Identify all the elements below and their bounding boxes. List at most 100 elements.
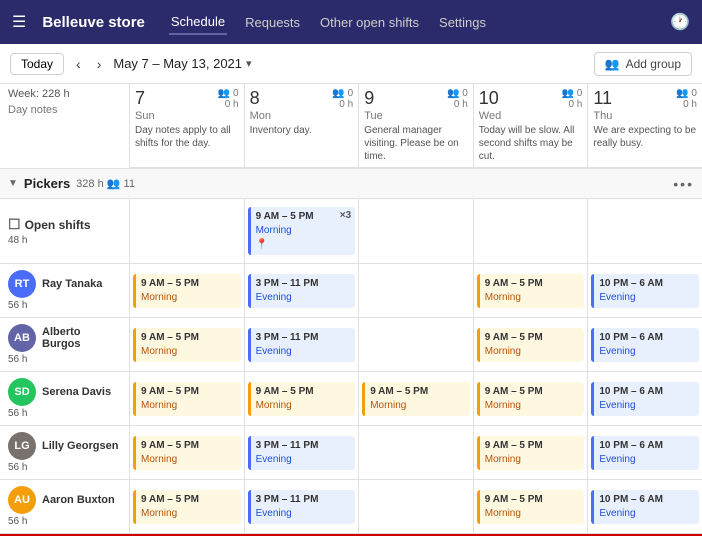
shift-block[interactable]: 9 AM – 5 PMMorning [133, 490, 241, 524]
shift-cell-0-1: 3 PM – 11 PMEvening [245, 264, 360, 317]
shift-cell-0-3: 9 AM – 5 PMMorning [474, 264, 589, 317]
day-note-2: General manager visiting. Please be on t… [364, 124, 468, 163]
schedule-rows: ☐ Open shifts 48 h 9 AM – 5 PM ×3Morning… [0, 199, 702, 536]
employee-shifts-0: 9 AM – 5 PMMorning3 PM – 11 PMEvening9 A… [130, 264, 702, 317]
shift-block[interactable]: 10 PM – 6 AMEvening [591, 328, 699, 362]
shift-block[interactable]: 9 AM – 5 PM ×3Morning📍 [248, 207, 356, 255]
shift-block[interactable]: 9 AM – 5 PMMorning [477, 328, 585, 362]
employee-name-1: Alberto Burgos [42, 326, 121, 350]
day-name-0: Sun [135, 110, 239, 122]
employee-shifts-1: 9 AM – 5 PMMorning3 PM – 11 PMEvening9 A… [130, 318, 702, 371]
day-note-1: Inventory day. [250, 124, 354, 137]
pin-icon: 📍 [256, 238, 351, 252]
shift-block[interactable]: 9 AM – 5 PMMorning [477, 382, 585, 416]
shift-cell-0-4: 10 PM – 6 AMEvening [588, 264, 702, 317]
group-name: Pickers [24, 176, 70, 191]
group-chevron[interactable]: ▼ [8, 178, 18, 189]
shift-block[interactable]: 10 PM – 6 AMEvening [591, 382, 699, 416]
store-name: Belleuve store [42, 14, 145, 31]
avatar-3: LG [8, 432, 36, 460]
week-label: Week: 228 h [8, 88, 121, 100]
employee-hours-2: 56 h [8, 408, 121, 419]
day-num-2: 9 [364, 88, 374, 109]
employee-name-0: Ray Tanaka [42, 278, 102, 290]
shift-cell-3-3: 9 AM – 5 PMMorning [474, 426, 589, 479]
nav-schedule[interactable]: Schedule [169, 10, 227, 35]
employee-name-2: Serena Davis [42, 386, 111, 398]
shift-cell-2-1: 9 AM – 5 PMMorning [245, 372, 360, 425]
history-icon[interactable]: 🕐 [670, 12, 690, 32]
shift-block[interactable]: 9 AM – 5 PMMorning [133, 274, 241, 308]
employee-hours-0: 56 h [8, 300, 121, 311]
employee-name-4: Aaron Buxton [42, 494, 115, 506]
add-group-button[interactable]: 👥 Add group [594, 52, 692, 76]
hamburger-menu[interactable]: ☰ [12, 12, 26, 32]
day-name-4: Thu [593, 110, 697, 122]
shift-block[interactable]: 3 PM – 11 PMEvening [248, 490, 356, 524]
open-shift-cell-3 [474, 199, 589, 263]
shift-block[interactable]: 9 AM – 5 PMMorning [248, 382, 356, 416]
employee-hours-1: 56 h [8, 354, 121, 365]
avatar-0: RT [8, 270, 36, 298]
shift-block[interactable]: 3 PM – 11 PMEvening [248, 328, 356, 362]
shift-block[interactable]: 3 PM – 11 PMEvening [248, 436, 356, 470]
shift-cell-1-4: 10 PM – 6 AMEvening [588, 318, 702, 371]
shift-block[interactable]: 10 PM – 6 AMEvening [591, 436, 699, 470]
next-week-button[interactable]: › [93, 54, 106, 74]
add-group-icon: 👥 [605, 57, 620, 71]
day-num-1: 8 [250, 88, 260, 109]
nav-settings[interactable]: Settings [437, 11, 488, 34]
day-col-2: 9 👥 00 h Tue General manager visiting. P… [359, 84, 474, 168]
group-options[interactable]: ••• [673, 176, 694, 192]
shift-cell-3-0: 9 AM – 5 PMMorning [130, 426, 245, 479]
shift-block[interactable]: 10 PM – 6 AMEvening [591, 490, 699, 524]
shift-block[interactable]: 9 AM – 5 PMMorning [477, 436, 585, 470]
open-shifts-icon: ☐ [8, 216, 21, 233]
shift-block[interactable]: 9 AM – 5 PMMorning [133, 436, 241, 470]
shift-block[interactable]: 3 PM – 11 PMEvening [248, 274, 356, 308]
shift-block[interactable]: 9 AM – 5 PMMorning [477, 490, 585, 524]
shift-block[interactable]: 9 AM – 5 PMMorning [133, 382, 241, 416]
open-shift-cell-1: 9 AM – 5 PM ×3Morning📍 [245, 199, 360, 263]
employee-row-4: AU Aaron Buxton 56 h 9 AM – 5 PMMorning3… [0, 480, 702, 534]
day-col-3: 10 👥 00 h Wed Today will be slow. All se… [474, 84, 589, 168]
nav-other-open-shifts[interactable]: Other open shifts [318, 11, 421, 34]
prev-week-button[interactable]: ‹ [72, 54, 85, 74]
open-shifts-hours: 48 h [8, 235, 27, 246]
employee-info-1: AB Alberto Burgos 56 h [0, 318, 130, 371]
shift-cell-1-3: 9 AM – 5 PMMorning [474, 318, 589, 371]
avatar-2: SD [8, 378, 36, 406]
day-stats-2: 👥 00 h [447, 88, 468, 110]
shift-block[interactable]: 10 PM – 6 AMEvening [591, 274, 699, 308]
employee-shifts-2: 9 AM – 5 PMMorning9 AM – 5 PMMorning9 AM… [130, 372, 702, 425]
day-name-2: Tue [364, 110, 468, 122]
shift-cell-3-4: 10 PM – 6 AMEvening [588, 426, 702, 479]
shift-cell-1-2 [359, 318, 474, 371]
day-num-4: 11 [593, 88, 612, 109]
employee-info-3: LG Lilly Georgsen 56 h [0, 426, 130, 479]
avatar-1: AB [8, 324, 36, 352]
employee-row-2: SD Serena Davis 56 h 9 AM – 5 PMMorning9… [0, 372, 702, 426]
day-notes-label: Day notes [8, 104, 121, 116]
employee-shifts-3: 9 AM – 5 PMMorning3 PM – 11 PMEvening9 A… [130, 426, 702, 479]
top-navigation: ☰ Belleuve store Schedule Requests Other… [0, 0, 702, 44]
day-name-3: Wed [479, 110, 583, 122]
day-note-3: Today will be slow. All second shifts ma… [479, 124, 583, 163]
nav-requests[interactable]: Requests [243, 11, 302, 34]
employee-info-4: AU Aaron Buxton 56 h [0, 480, 130, 533]
open-shift-cell-4 [588, 199, 702, 263]
shift-cell-4-1: 3 PM – 11 PMEvening [245, 480, 360, 533]
today-button[interactable]: Today [10, 53, 64, 75]
shift-block[interactable]: 9 AM – 5 PMMorning [477, 274, 585, 308]
shift-block[interactable]: 9 AM – 5 PMMorning [133, 328, 241, 362]
shift-block[interactable]: 9 AM – 5 PMMorning [362, 382, 470, 416]
day-col-1: 8 👥 00 h Mon Inventory day. [245, 84, 360, 168]
shift-cell-2-4: 10 PM – 6 AMEvening [588, 372, 702, 425]
employee-hours-4: 56 h [8, 516, 121, 527]
shift-cell-4-4: 10 PM – 6 AMEvening [588, 480, 702, 533]
shift-cell-1-0: 9 AM – 5 PMMorning [130, 318, 245, 371]
employee-row-0: RT Ray Tanaka 56 h 9 AM – 5 PMMorning3 P… [0, 264, 702, 318]
employee-name-3: Lilly Georgsen [42, 440, 118, 452]
day-note-0: Day notes apply to all shifts for the da… [135, 124, 239, 150]
date-range-chevron[interactable]: ▾ [246, 57, 252, 70]
